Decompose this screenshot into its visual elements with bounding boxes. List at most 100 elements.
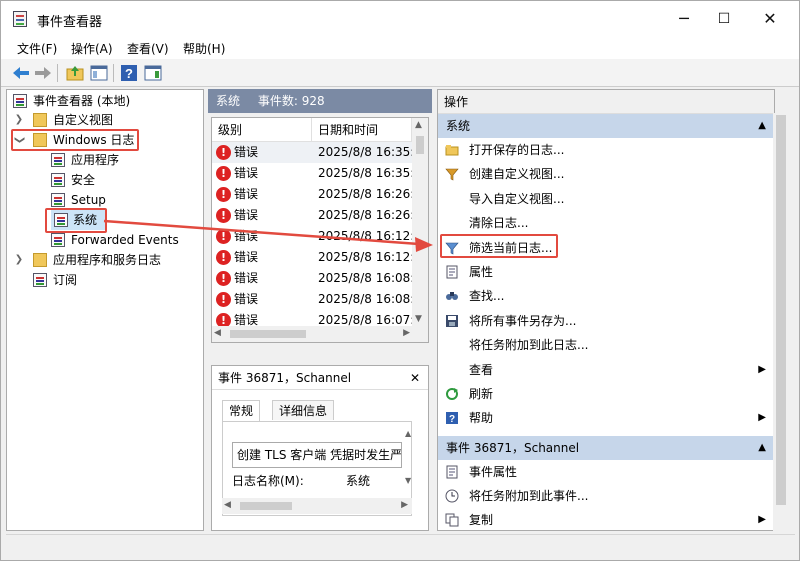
tree-item-app-service-logs[interactable]: ❯ 应用程序和服务日志	[13, 250, 193, 270]
collapse-up-icon[interactable]: ▲	[758, 114, 766, 138]
table-row[interactable]: ! 错误 2025/8/8 16:08:5	[212, 268, 422, 289]
log-icon	[51, 193, 65, 207]
close-icon[interactable]: ✕	[410, 366, 420, 390]
actions-scrollbar[interactable]	[773, 113, 790, 531]
error-icon: !	[216, 145, 231, 160]
event-detail-title: 事件 36871，Schannel	[218, 371, 352, 385]
actions-section-event[interactable]: 事件 36871，Schannel ▲	[438, 436, 774, 460]
back-arrow-icon[interactable]	[11, 63, 31, 83]
copy-icon	[445, 513, 459, 527]
help-icon[interactable]: ?	[119, 63, 139, 83]
submenu-arrow-icon: ▶	[758, 412, 766, 424]
action-help[interactable]: ? 帮助 ▶	[438, 406, 774, 430]
action-clear-log[interactable]: 清除日志...	[438, 211, 774, 235]
folder-icon	[33, 113, 47, 127]
log-icon	[51, 233, 65, 247]
scroll-down-icon[interactable]: ▼	[415, 314, 422, 324]
console-tree: 事件查看器 (本地) ❯ 自定义视图 ❯ Windows 日志 应用程序 安全 …	[6, 89, 204, 531]
chevron-right-icon[interactable]: ❯	[13, 250, 25, 270]
close-button[interactable]: ✕	[747, 1, 793, 37]
scroll-down-icon[interactable]: ▼	[405, 476, 411, 485]
action-attach-task-to-log[interactable]: 将任务附加到此日志...	[438, 333, 774, 357]
horizontal-scrollbar[interactable]: ◀ ▶	[222, 498, 412, 514]
row-level: 错误	[234, 145, 259, 159]
table-row[interactable]: ! 错误 2025/8/8 16:12:4	[212, 247, 422, 268]
action-save-all-events-as[interactable]: 将所有事件另存为...	[438, 309, 774, 333]
menu-help[interactable]: 帮助(H)	[183, 40, 225, 57]
action-import-custom-view[interactable]: 导入自定义视图...	[438, 187, 774, 211]
menu-view[interactable]: 查看(V)	[127, 40, 169, 57]
window-title: 事件查看器	[37, 15, 103, 30]
tab-general[interactable]: 常规	[222, 400, 261, 422]
row-level: 错误	[234, 250, 259, 264]
actions-pane: 操作 系统 ▲ 打开保存的日志... 创建自定义视图... 导入自定义视图... 清除…	[437, 89, 775, 531]
scroll-thumb[interactable]	[240, 502, 292, 510]
row-datetime: 2025/8/8 16:08:5	[318, 271, 422, 285]
error-icon: !	[216, 250, 231, 265]
forward-arrow-icon[interactable]	[33, 63, 53, 83]
submenu-arrow-icon: ▶	[758, 363, 766, 375]
scroll-thumb[interactable]	[230, 330, 306, 338]
action-copy[interactable]: 复制 ▶	[438, 508, 774, 532]
scroll-up-icon[interactable]: ▲	[405, 429, 411, 438]
table-row[interactable]: ! 错误 2025/8/8 16:35:4	[212, 163, 422, 184]
scroll-thumb[interactable]	[416, 136, 424, 154]
tree-item-custom-views[interactable]: ❯ 自定义视图	[13, 110, 163, 130]
task-clock-icon	[445, 489, 459, 503]
table-row[interactable]: ! 错误 2025/8/8 16:08:5	[212, 289, 422, 310]
refresh-icon	[446, 388, 458, 400]
submenu-arrow-icon: ▶	[758, 514, 766, 525]
action-view[interactable]: 查看 ▶	[438, 358, 774, 382]
event-count: 事件数: 928	[257, 94, 325, 108]
toolbar-separator	[57, 64, 58, 82]
actions-section-system[interactable]: 系统 ▲	[438, 114, 774, 138]
table-row[interactable]: ! 错误 2025/8/8 16:35:4	[212, 142, 422, 163]
chevron-right-icon[interactable]: ❯	[13, 110, 25, 130]
tab-details[interactable]: 详细信息	[272, 400, 335, 420]
row-level: 错误	[234, 166, 259, 180]
help-icon: ?	[446, 412, 458, 425]
menu-file[interactable]: 文件(F)	[17, 40, 57, 57]
collapse-up-icon[interactable]: ▲	[758, 436, 766, 460]
scroll-up-icon[interactable]: ▲	[415, 120, 422, 130]
svg-text:?: ?	[125, 66, 133, 81]
title-bar: 事件查看器 ─ ☐ ✕	[1, 1, 799, 37]
event-description[interactable]: 创建 TLS 客户端 凭据时发生严重	[232, 442, 402, 468]
action-properties[interactable]: 属性	[438, 260, 774, 284]
table-row[interactable]: ! 错误 2025/8/8 16:26:0	[212, 205, 422, 226]
row-level: 错误	[234, 229, 259, 243]
show-hide-action-pane-icon[interactable]	[143, 63, 163, 83]
vertical-scrollbar[interactable]: ▲ ▼	[412, 118, 428, 326]
show-hide-tree-icon[interactable]	[89, 63, 109, 83]
log-name-value: 系统	[346, 474, 371, 488]
action-create-custom-view[interactable]: 创建自定义视图...	[438, 162, 774, 186]
subscription-icon	[33, 273, 47, 287]
action-attach-task-to-event[interactable]: 将任务附加到此事件...	[438, 484, 774, 508]
action-refresh[interactable]: 刷新	[438, 382, 774, 406]
action-event-properties[interactable]: 事件属性	[438, 460, 774, 484]
scroll-right-icon[interactable]: ▶	[401, 500, 408, 510]
up-folder-icon[interactable]	[65, 63, 85, 83]
error-icon: !	[216, 187, 231, 202]
action-open-saved-log[interactable]: 打开保存的日志...	[438, 138, 774, 162]
maximize-button[interactable]: ☐	[701, 1, 747, 37]
row-datetime: 2025/8/8 16:08:5	[318, 292, 422, 306]
status-bar	[6, 534, 795, 556]
scroll-right-icon[interactable]: ▶	[403, 328, 410, 338]
column-header-level[interactable]: 级别	[212, 118, 312, 142]
scroll-left-icon[interactable]: ◀	[224, 500, 231, 510]
log-header: 系统 事件数: 928	[208, 89, 432, 113]
table-row[interactable]: ! 错误 2025/8/8 16:12:4	[212, 226, 422, 247]
folder-icon	[33, 253, 47, 267]
menu-action[interactable]: 操作(A)	[71, 40, 113, 57]
horizontal-scrollbar[interactable]: ◀ ▶	[212, 326, 428, 342]
scroll-left-icon[interactable]: ◀	[214, 328, 221, 338]
error-icon: !	[216, 229, 231, 244]
action-find[interactable]: 查找...	[438, 284, 774, 308]
column-header-datetime[interactable]: 日期和时间	[312, 118, 412, 142]
scroll-thumb[interactable]	[776, 115, 786, 505]
event-list-pane: 系统 事件数: 928 级别 日期和时间 ! 错误 2025/8/8 16:35:4…	[208, 89, 432, 531]
table-row[interactable]: ! 错误 2025/8/8 16:26:0	[212, 184, 422, 205]
toolbar: ?	[1, 59, 799, 87]
log-name: 系统	[216, 94, 241, 108]
